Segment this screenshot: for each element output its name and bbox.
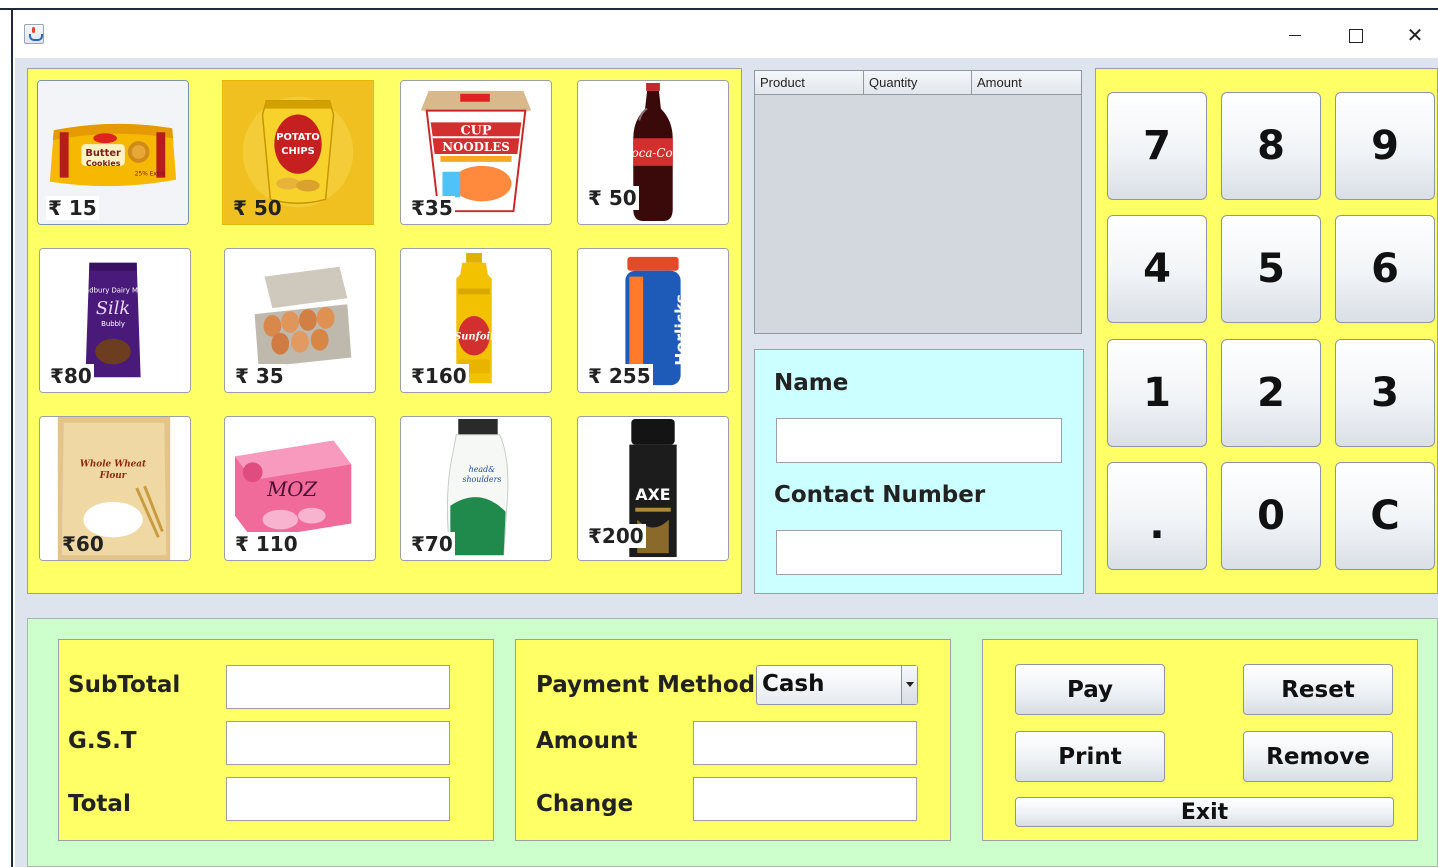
product-price: ₹ 50: [586, 186, 639, 210]
exit-button[interactable]: Exit: [1015, 797, 1394, 827]
svg-text:CUP: CUP: [460, 123, 491, 138]
payment-method-value: Cash: [762, 671, 825, 697]
payment-method-select[interactable]: Cash: [756, 665, 918, 705]
svg-text:Cadbury Dairy Milk: Cadbury Dairy Milk: [80, 286, 146, 294]
svg-text:POTATO: POTATO: [276, 132, 320, 143]
svg-text:NOODLES: NOODLES: [442, 140, 510, 154]
product-eggs[interactable]: ₹ 35: [224, 248, 376, 393]
svg-text:MOZ: MOZ: [266, 478, 317, 501]
key-clear[interactable]: C: [1335, 462, 1435, 570]
pos-window: ✕ Butter Cookies 25% Extra ₹ 15 POTATO C…: [0, 0, 1438, 867]
close-button[interactable]: ✕: [1395, 18, 1435, 52]
svg-text:Cookies: Cookies: [86, 159, 121, 168]
name-label: Name: [774, 370, 849, 396]
svg-text:Butter: Butter: [85, 148, 121, 159]
svg-text:25% Extra: 25% Extra: [135, 172, 166, 178]
product-price: ₹70: [409, 532, 455, 556]
amount-field[interactable]: [693, 721, 917, 765]
key-2[interactable]: 2: [1221, 339, 1321, 447]
total-field[interactable]: [226, 777, 450, 821]
remove-button[interactable]: Remove: [1243, 731, 1393, 782]
product-head-shoulders[interactable]: head& shoulders ₹70: [400, 416, 552, 561]
java-app-icon: [24, 24, 44, 44]
svg-text:Bubbly: Bubbly: [101, 320, 125, 328]
maximize-button[interactable]: [1335, 18, 1375, 52]
svg-text:Sunfoil: Sunfoil: [454, 332, 494, 343]
gst-field[interactable]: [226, 721, 450, 765]
cart-table-header: Product Quantity Amount: [755, 71, 1081, 95]
key-decimal[interactable]: .: [1107, 462, 1207, 570]
reset-button[interactable]: Reset: [1243, 664, 1393, 715]
svg-text:Horlicks: Horlicks: [672, 294, 691, 366]
numeric-keypad: 7 8 9 4 5 6 1 2 3 . 0 C: [1095, 68, 1438, 594]
subtotal-label: SubTotal: [68, 672, 181, 698]
product-price: ₹ 255: [586, 364, 653, 388]
subtotal-field[interactable]: [226, 665, 450, 709]
column-header-amount[interactable]: Amount: [972, 71, 1081, 94]
cart-table[interactable]: Product Quantity Amount: [754, 70, 1082, 334]
svg-text:CHIPS: CHIPS: [281, 146, 314, 157]
key-1[interactable]: 1: [1107, 339, 1207, 447]
product-potato-chips[interactable]: POTATO CHIPS ₹ 50: [222, 80, 374, 225]
key-8[interactable]: 8: [1221, 92, 1321, 200]
key-6[interactable]: 6: [1335, 215, 1435, 323]
product-cup-noodles[interactable]: CUP NOODLES ₹35: [400, 80, 552, 225]
svg-text:head&: head&: [469, 465, 495, 474]
svg-text:Coca-Cola: Coca-Cola: [623, 146, 684, 160]
minimize-button[interactable]: [1275, 18, 1315, 52]
name-field[interactable]: [776, 418, 1062, 463]
payment-panel: Payment Method Cash Amount Change: [515, 639, 951, 841]
svg-text:AXE: AXE: [635, 485, 670, 504]
product-butter-cookies[interactable]: Butter Cookies 25% Extra ₹ 15: [37, 80, 189, 225]
key-9[interactable]: 9: [1335, 92, 1435, 200]
svg-text:Whole Wheat: Whole Wheat: [80, 459, 146, 469]
key-3[interactable]: 3: [1335, 339, 1435, 447]
product-wheat-flour[interactable]: Whole Wheat Flour ₹60: [39, 416, 191, 561]
column-header-quantity[interactable]: Quantity: [864, 71, 972, 94]
payment-method-label: Payment Method: [536, 672, 756, 698]
product-price: ₹35: [409, 196, 455, 220]
product-price: ₹ 50: [233, 196, 282, 220]
key-5[interactable]: 5: [1221, 215, 1321, 323]
product-price: ₹160: [409, 364, 469, 388]
pay-button[interactable]: Pay: [1015, 664, 1165, 715]
content-area: Butter Cookies 25% Extra ₹ 15 POTATO CHI…: [15, 58, 1438, 867]
product-coca-cola[interactable]: Coca-Cola ₹ 50: [577, 80, 729, 225]
change-label: Change: [536, 791, 634, 817]
product-price: ₹80: [48, 364, 94, 388]
product-axe-deodorant[interactable]: AXE ₹200: [577, 416, 729, 561]
product-sunfoil-oil[interactable]: Sunfoil ₹160: [400, 248, 552, 393]
svg-text:shoulders: shoulders: [462, 475, 501, 484]
svg-text:Silk: Silk: [96, 299, 130, 319]
gst-label: G.S.T: [68, 728, 137, 754]
product-dairy-milk-silk[interactable]: Cadbury Dairy Milk Silk Bubbly ₹80: [39, 248, 191, 393]
product-price: ₹ 35: [233, 364, 286, 388]
change-field[interactable]: [693, 777, 917, 821]
product-moz-soap[interactable]: MOZ ₹ 110: [224, 416, 376, 561]
key-0[interactable]: 0: [1221, 462, 1321, 570]
svg-text:Flour: Flour: [99, 471, 128, 481]
product-price: ₹ 110: [233, 532, 300, 556]
dropdown-arrow-icon[interactable]: [901, 666, 917, 704]
actions-panel: Pay Reset Print Remove Exit: [982, 639, 1418, 841]
column-header-product[interactable]: Product: [755, 71, 864, 94]
product-grid-panel: Butter Cookies 25% Extra ₹ 15 POTATO CHI…: [27, 68, 742, 594]
customer-details-panel: Name Contact Number: [754, 349, 1084, 594]
bottom-panel: SubTotal G.S.T Total Payment Method Cash…: [27, 618, 1438, 867]
contact-number-field[interactable]: [776, 530, 1062, 575]
product-price: ₹200: [586, 524, 646, 548]
total-label: Total: [68, 791, 131, 817]
title-bar[interactable]: ✕: [15, 12, 1438, 58]
window-frame-left: [0, 10, 13, 867]
totals-panel: SubTotal G.S.T Total: [58, 639, 494, 841]
print-button[interactable]: Print: [1015, 731, 1165, 782]
product-price: ₹ 15: [46, 196, 99, 220]
amount-label: Amount: [536, 728, 638, 754]
product-horlicks[interactable]: Horlicks ₹ 255: [577, 248, 729, 393]
window-frame-top: [0, 0, 1438, 10]
key-7[interactable]: 7: [1107, 92, 1207, 200]
product-price: ₹60: [62, 532, 104, 556]
key-4[interactable]: 4: [1107, 215, 1207, 323]
contact-number-label: Contact Number: [774, 482, 986, 508]
